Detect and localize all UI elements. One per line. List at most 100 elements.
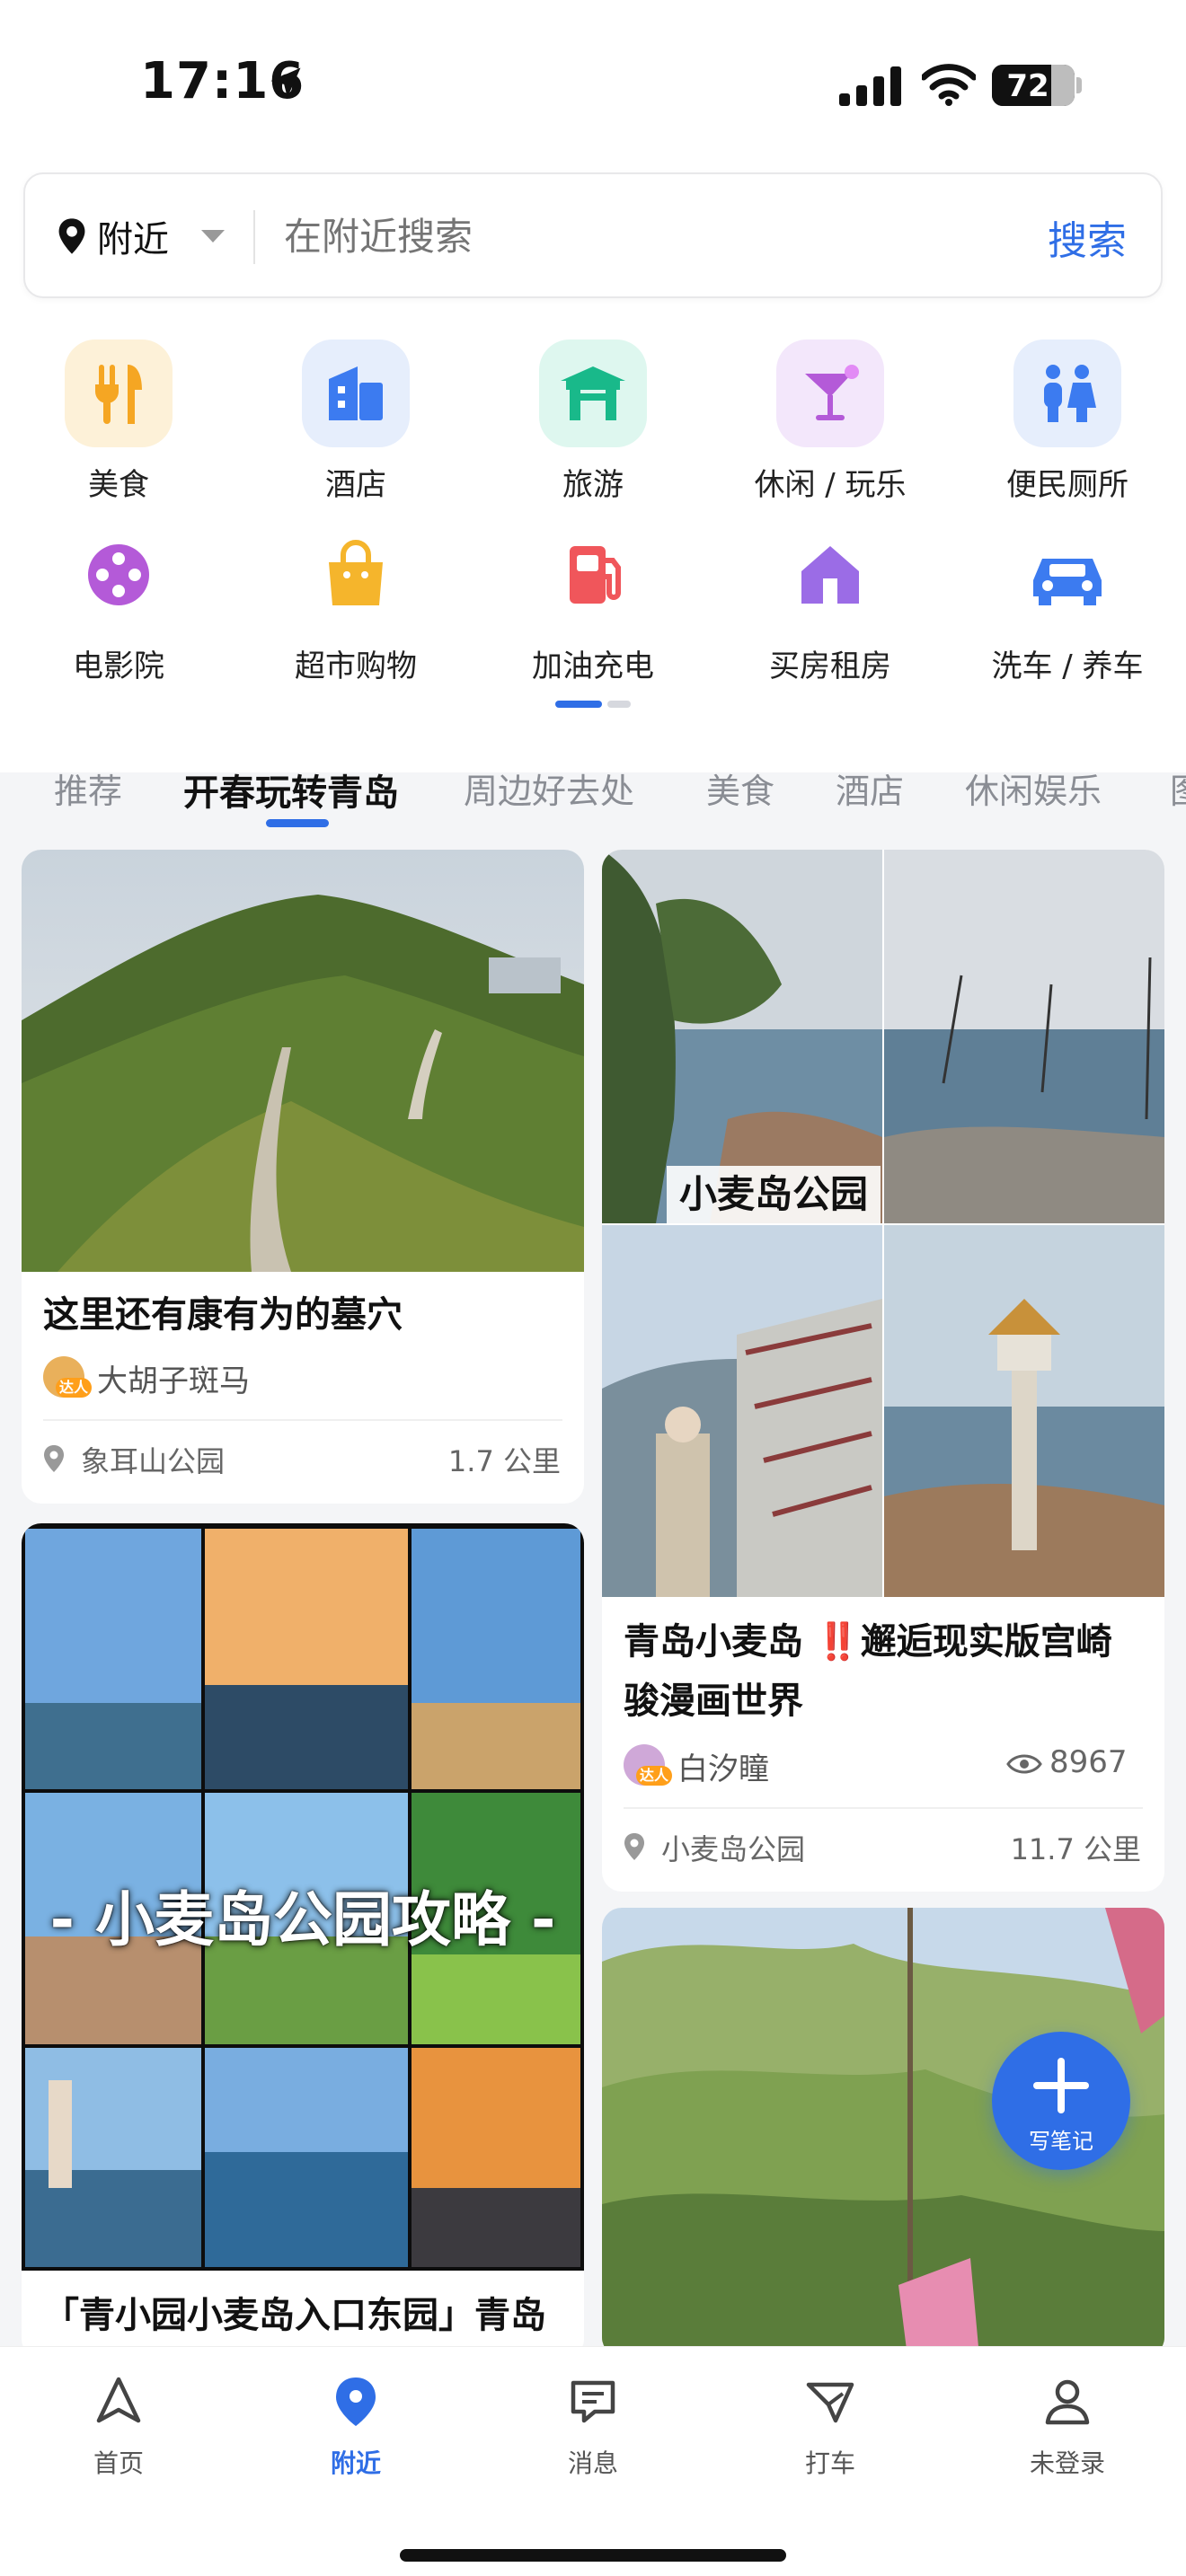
card-divider	[43, 1419, 562, 1421]
search-button[interactable]: 搜索	[1048, 208, 1127, 266]
card-title-line: 青岛小麦岛 ‼️邂逅现实版宫崎	[624, 1621, 1112, 1663]
card-divider	[624, 1807, 1143, 1809]
card-distance: 1.7 公里	[447, 1444, 561, 1478]
restroom-icon	[1013, 340, 1121, 447]
nav-taxi[interactable]: 打车	[740, 2374, 920, 2482]
message-icon	[571, 2380, 615, 2423]
card-views: 8967	[1006, 1744, 1141, 1786]
nav-home[interactable]: 首页	[29, 2374, 208, 2482]
nav-nearby[interactable]: 附近	[266, 2374, 446, 2482]
category-fuel[interactable]: 加油充电	[494, 521, 692, 692]
eye-icon	[1006, 1754, 1042, 1774]
search-bar: 附近 搜索	[23, 172, 1163, 298]
category-label: 便民厕所	[1006, 467, 1128, 503]
category-label: 超市购物	[295, 648, 417, 684]
location-pin-icon	[336, 2378, 376, 2426]
battery-indicator: 72	[992, 65, 1075, 106]
pager-dot-active	[555, 701, 602, 708]
category-hotel[interactable]: 酒店	[257, 340, 455, 510]
cellular-signal-icon	[839, 66, 901, 106]
taxi-icon	[806, 2382, 854, 2423]
search-input[interactable]	[284, 210, 1021, 264]
house-icon	[776, 521, 884, 629]
category-cinema[interactable]: 电影院	[20, 521, 217, 692]
tab-hotel[interactable]: 酒店	[836, 763, 904, 813]
plus-icon-vertical	[1058, 2058, 1065, 2113]
card-title-line: 骏漫画世界	[624, 1681, 803, 1722]
card-title: 这里还有康有为的墓穴	[43, 1294, 403, 1336]
fuel-pump-icon	[539, 521, 647, 629]
author-name: 大胡子斑马	[97, 1363, 250, 1399]
category-label: 电影院	[73, 648, 164, 684]
hotel-icon	[302, 340, 410, 447]
home-indicator	[400, 2549, 786, 2562]
tab-nearby-places[interactable]: 周边好去处	[464, 763, 634, 813]
status-bar: 17:16 72	[0, 0, 1186, 171]
location-pin-icon	[44, 1445, 64, 1472]
nav-messages[interactable]: 消息	[503, 2374, 683, 2482]
category-label: 酒店	[325, 467, 386, 503]
bottom-navigation: 首页 附近 消息 打车 未登录	[0, 2346, 1186, 2576]
note-card[interactable]: - 小麦岛公园攻略 - 「青小园小麦岛入口东园」青岛	[22, 1523, 584, 2359]
category-restroom[interactable]: 便民厕所	[969, 340, 1166, 510]
pager-dot	[607, 701, 631, 708]
category-housing[interactable]: 买房租房	[731, 521, 929, 692]
category-label: 旅游	[562, 467, 624, 503]
expert-badge: 达人	[636, 1766, 672, 1786]
card-author[interactable]: 达人 大胡子斑马	[43, 1354, 385, 1399]
location-pin-icon[interactable]	[58, 217, 86, 255]
tab-more[interactable]: 图	[1170, 763, 1186, 813]
write-note-button[interactable]: 写笔记	[992, 2032, 1130, 2170]
tab-leisure[interactable]: 休闲娱乐	[965, 763, 1102, 813]
tab-recommend[interactable]: 推荐	[54, 763, 122, 813]
category-label: 买房租房	[769, 648, 891, 684]
card-image-caption: 小麦岛公园	[667, 1166, 881, 1223]
search-divider	[253, 210, 255, 264]
card-image	[22, 850, 584, 1272]
nav-profile[interactable]: 未登录	[978, 2374, 1157, 2482]
author-name: 白汐瞳	[677, 1751, 769, 1787]
tab-bar: 推荐 开春玩转青岛 周边好去处 美食 酒店 休闲娱乐 图	[0, 745, 1186, 835]
category-supermarket[interactable]: 超市购物	[257, 521, 455, 692]
category-travel[interactable]: 旅游	[494, 340, 692, 510]
category-leisure[interactable]: 休闲 / 玩乐	[731, 340, 929, 510]
tab-food[interactable]: 美食	[706, 763, 774, 813]
wifi-icon	[922, 64, 976, 106]
category-label: 美食	[88, 467, 149, 503]
tab-indicator	[266, 819, 329, 827]
navigation-arrow-icon	[96, 2377, 141, 2423]
location-arrow-icon	[270, 67, 301, 98]
write-note-label: 写笔记	[1029, 2129, 1093, 2154]
category-label: 休闲 / 玩乐	[754, 467, 907, 503]
view-count: 8967	[1049, 1744, 1128, 1780]
expert-badge: 达人	[56, 1378, 92, 1398]
nearby-page: 17:16 72 附近 搜索 美食	[0, 0, 1186, 2576]
card-title-line: 「青小园小麦岛入口东园」青岛	[43, 2295, 546, 2336]
card-distance: 11.7 公里	[1010, 1832, 1141, 1866]
note-card[interactable]: 小麦岛公园 青岛小麦岛 ‼️邂逅现实版宫崎 骏漫画世界 达人 白汐瞳 8967 …	[602, 850, 1164, 1892]
category-label: 洗车 / 养车	[991, 648, 1144, 684]
place-name: 小麦岛公园	[661, 1832, 806, 1866]
battery-tip	[1076, 77, 1082, 93]
chevron-down-icon[interactable]	[201, 230, 225, 243]
tab-spring-qingdao[interactable]: 开春玩转青岛	[183, 763, 399, 816]
location-selector[interactable]: 附近	[97, 210, 169, 262]
nav-label: 消息	[567, 2448, 618, 2478]
nav-label: 首页	[93, 2448, 144, 2478]
fork-knife-icon	[65, 340, 173, 447]
location-pin-icon	[624, 1833, 644, 1860]
card-place[interactable]: 小麦岛公园	[624, 1827, 983, 1866]
card-author[interactable]: 达人 白汐瞳	[624, 1742, 893, 1787]
card-image-caption: - 小麦岛公园攻略 -	[49, 1885, 556, 1954]
category-pager	[555, 701, 631, 708]
user-icon	[1045, 2379, 1090, 2425]
place-name: 象耳山公园	[81, 1444, 226, 1478]
card-place[interactable]: 象耳山公园	[43, 1439, 403, 1478]
nav-label: 附近	[330, 2448, 381, 2478]
battery-level: 72	[1006, 68, 1049, 104]
film-reel-icon	[65, 521, 173, 629]
note-card[interactable]: 这里还有康有为的墓穴 达人 大胡子斑马 象耳山公园 1.7 公里	[22, 850, 584, 1504]
category-car-wash[interactable]: 洗车 / 养车	[969, 521, 1166, 692]
category-food[interactable]: 美食	[20, 340, 217, 510]
cocktail-icon	[776, 340, 884, 447]
